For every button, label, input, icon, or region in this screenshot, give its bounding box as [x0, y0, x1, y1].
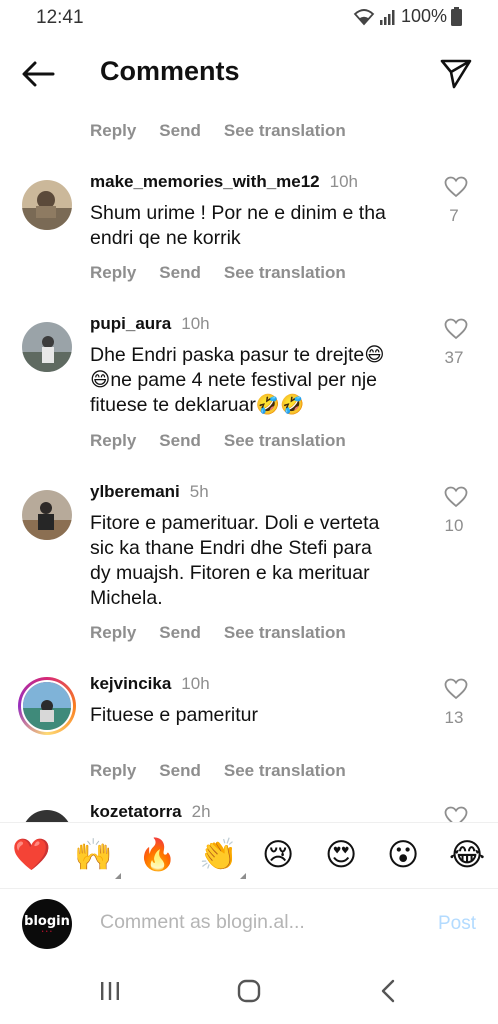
back-nav-button[interactable] [368, 976, 408, 1006]
comment-actions: Reply Send See translation [90, 121, 346, 141]
comment-text: Dhe Endri paska pasur te drejte😄 😄ne pam… [90, 344, 385, 416]
back-button[interactable] [18, 54, 58, 94]
like-button[interactable] [442, 676, 470, 702]
username-link[interactable]: kozetatorra [90, 802, 182, 821]
comment-item: kejvincika 10h Fituese e pameritur 13 Rep… [0, 674, 498, 784]
emoji-laughing-button[interactable]: 😂 [449, 837, 485, 873]
like-button[interactable] [442, 484, 470, 510]
avatar [21, 680, 73, 732]
comment-composer: blogin • • • Post [0, 888, 498, 958]
see-translation-button[interactable]: See translation [224, 263, 346, 283]
comment-header: pupi_aura 10h [90, 314, 210, 334]
home-button[interactable] [229, 976, 269, 1006]
status-time: 12:41 [36, 7, 84, 28]
comment-text: Shum urime ! Por ne e dinim e tha endri … [90, 202, 386, 249]
emoji-surprised-button[interactable]: 😮 [387, 837, 419, 873]
like-count: 10 [444, 516, 464, 535]
send-button[interactable]: Send [159, 623, 201, 643]
comments-list[interactable]: Reply Send See translation make_memories… [0, 112, 498, 822]
comment-time: 10h [181, 314, 210, 333]
emoji-fire-button[interactable]: 🔥 [138, 837, 177, 873]
battery-percent: 100% [400, 6, 447, 26]
header: Comments [0, 40, 498, 104]
comment-actions: Reply Send See translation [90, 263, 346, 283]
paper-plane-icon [440, 59, 472, 89]
emoji-heart-eyes-button[interactable]: 😍 [325, 837, 357, 873]
emoji-raised-hands-button[interactable]: 🙌 [74, 837, 121, 879]
comment-header: kozetatorra 2h [90, 802, 211, 822]
comment-item: ylberemani 5h Fitore e pamerituar. Doli e… [0, 482, 498, 652]
comment-header: ylberemani 5h [90, 482, 209, 502]
comment-actions: Reply Send See translation [90, 431, 346, 451]
heart-icon [444, 486, 468, 508]
emoji-crying-button[interactable]: 😢 [262, 837, 294, 873]
signal-icon [379, 8, 397, 26]
page-title: Comments [100, 56, 240, 86]
comment-item: kozetatorra 2h [0, 802, 498, 822]
see-translation-button[interactable]: See translation [224, 121, 346, 141]
reply-button[interactable]: Reply [90, 121, 136, 141]
username-link[interactable]: make_memories_with_me12 [90, 172, 320, 191]
like-count: 7 [449, 206, 459, 225]
status-bar: 12:41 100% [0, 0, 498, 36]
status-icons: 100% [353, 6, 462, 27]
share-button[interactable] [436, 54, 476, 94]
avatar-story-ring[interactable] [18, 677, 76, 735]
like-count: 13 [444, 708, 464, 727]
home-icon [237, 979, 261, 1003]
see-translation-button[interactable]: See translation [224, 431, 346, 451]
username-link[interactable]: kejvincika [90, 674, 171, 693]
like-button[interactable] [442, 316, 470, 342]
avatar-logo-text: blogin [24, 913, 70, 929]
heart-icon [444, 678, 468, 700]
send-button[interactable]: Send [159, 761, 201, 781]
heart-icon [444, 318, 468, 340]
avatar[interactable] [22, 810, 72, 822]
send-button[interactable]: Send [159, 263, 201, 283]
comment-time: 2h [191, 802, 211, 821]
like-button[interactable] [442, 174, 470, 200]
send-button[interactable]: Send [159, 121, 201, 141]
heart-icon [444, 806, 468, 822]
avatar[interactable] [22, 322, 72, 372]
wifi-icon [353, 8, 375, 26]
like-button[interactable] [442, 804, 470, 822]
emoji-clap-button[interactable]: 👏 [199, 837, 246, 879]
comment-time: 10h [329, 172, 359, 191]
comment-text: Fituese e pameritur [90, 704, 258, 726]
arrow-left-icon [22, 61, 55, 87]
comment-item: pupi_aura 10h Dhe Endri paska pasur te dr… [0, 314, 498, 460]
recent-apps-button[interactable] [90, 976, 130, 1006]
avatar[interactable] [22, 490, 72, 540]
comment-item: make_memories_with_me12 10h Shum urime ! … [0, 172, 498, 292]
battery-icon [451, 7, 462, 26]
avatar[interactable] [22, 180, 72, 230]
reply-button[interactable]: Reply [90, 623, 136, 643]
see-translation-button[interactable]: See translation [224, 761, 346, 781]
my-avatar: blogin • • • [22, 899, 72, 949]
post-button[interactable]: Post [438, 913, 476, 935]
comment-time: 5h [189, 482, 209, 501]
see-translation-button[interactable]: See translation [224, 623, 346, 643]
comment-time: 10h [181, 674, 210, 693]
heart-icon [444, 176, 468, 198]
emoji-quick-bar: ❤️ 🙌 🔥 👏 😢 😍 😮 😂 [0, 822, 498, 888]
username-link[interactable]: pupi_aura [90, 314, 171, 333]
comment-text: Fitore e pamerituar. Doli e verteta sic … [90, 512, 380, 609]
chevron-left-icon [381, 979, 395, 1003]
comment-input[interactable] [100, 911, 340, 934]
comment-actions: Reply Send See translation [90, 623, 346, 643]
system-nav-bar [0, 958, 498, 1024]
send-button[interactable]: Send [159, 431, 201, 451]
username-link[interactable]: ylberemani [90, 482, 180, 501]
emoji-heart-button[interactable]: ❤️ [12, 837, 51, 873]
like-count: 37 [444, 348, 464, 367]
comment-actions: Reply Send See translation [90, 761, 346, 781]
reply-button[interactable]: Reply [90, 263, 136, 283]
comment-header: make_memories_with_me12 10h [90, 172, 358, 192]
reply-button[interactable]: Reply [90, 761, 136, 781]
comment-header: kejvincika 10h [90, 674, 210, 694]
recent-apps-icon [101, 982, 119, 1000]
reply-button[interactable]: Reply [90, 431, 136, 451]
